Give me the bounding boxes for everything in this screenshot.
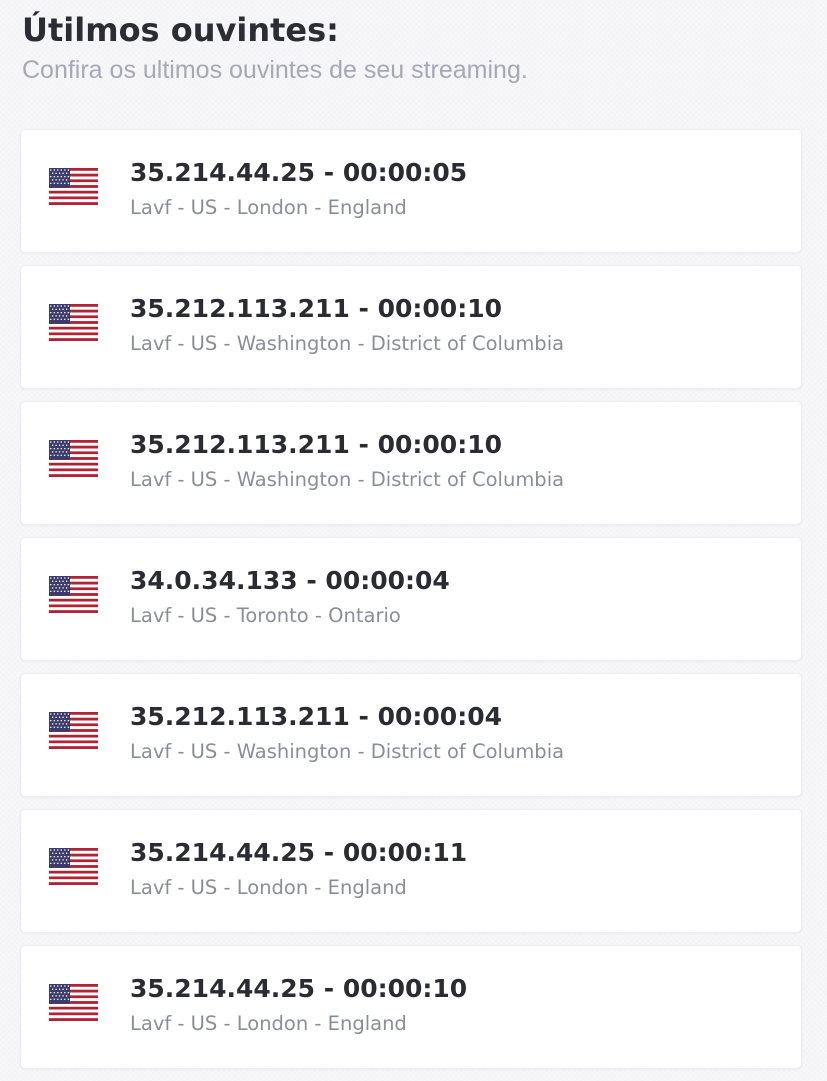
us-flag-icon (49, 304, 98, 341)
listener-details: Lavf - US - London - England (130, 196, 407, 219)
us-flag-icon (49, 440, 98, 477)
listener-item: 35.214.44.25 - 00:00:05 Lavf - US - Lond… (20, 129, 802, 253)
us-flag-icon (49, 576, 98, 613)
us-flag-icon (49, 984, 98, 1021)
listener-ip-time: 35.212.113.211 - 00:00:10 (130, 294, 502, 323)
page-header: Útilmos ouvintes: Confira os ultimos ouv… (22, 8, 528, 88)
us-flag-icon (49, 168, 98, 205)
listener-item: 35.214.44.25 - 00:00:10 Lavf - US - Lond… (20, 945, 802, 1069)
page-subtitle: Confira os ultimos ouvintes de seu strea… (22, 56, 528, 84)
listener-item: 35.214.44.25 - 00:00:11 Lavf - US - Lond… (20, 809, 802, 933)
listeners-list: 35.214.44.25 - 00:00:05 Lavf - US - Lond… (20, 129, 802, 1081)
page-title: Útilmos ouvintes: (22, 11, 339, 49)
listener-details: Lavf - US - London - England (130, 876, 407, 899)
listener-item: 34.0.34.133 - 00:00:04 Lavf - US - Toron… (20, 537, 802, 661)
listener-item: 35.212.113.211 - 00:00:04 Lavf - US - Wa… (20, 673, 802, 797)
listener-ip-time: 35.214.44.25 - 00:00:10 (130, 974, 468, 1003)
listener-details: Lavf - US - Washington - District of Col… (130, 740, 565, 763)
listener-item: 35.212.113.211 - 00:00:10 Lavf - US - Wa… (20, 401, 802, 525)
listener-ip-time: 35.214.44.25 - 00:00:05 (130, 158, 468, 187)
us-flag-icon (49, 712, 98, 749)
listener-details: Lavf - US - Toronto - Ontario (130, 604, 401, 627)
listener-item: 35.212.113.211 - 00:00:10 Lavf - US - Wa… (20, 265, 802, 389)
listener-ip-time: 35.214.44.25 - 00:00:11 (130, 838, 468, 867)
listener-ip-time: 34.0.34.133 - 00:00:04 (130, 566, 450, 595)
listener-ip-time: 35.212.113.211 - 00:00:10 (130, 430, 502, 459)
us-flag-icon (49, 848, 98, 885)
listener-details: Lavf - US - Washington - District of Col… (130, 468, 565, 491)
listener-details: Lavf - US - Washington - District of Col… (130, 332, 565, 355)
listener-details: Lavf - US - London - England (130, 1012, 407, 1035)
listener-ip-time: 35.212.113.211 - 00:00:04 (130, 702, 502, 731)
